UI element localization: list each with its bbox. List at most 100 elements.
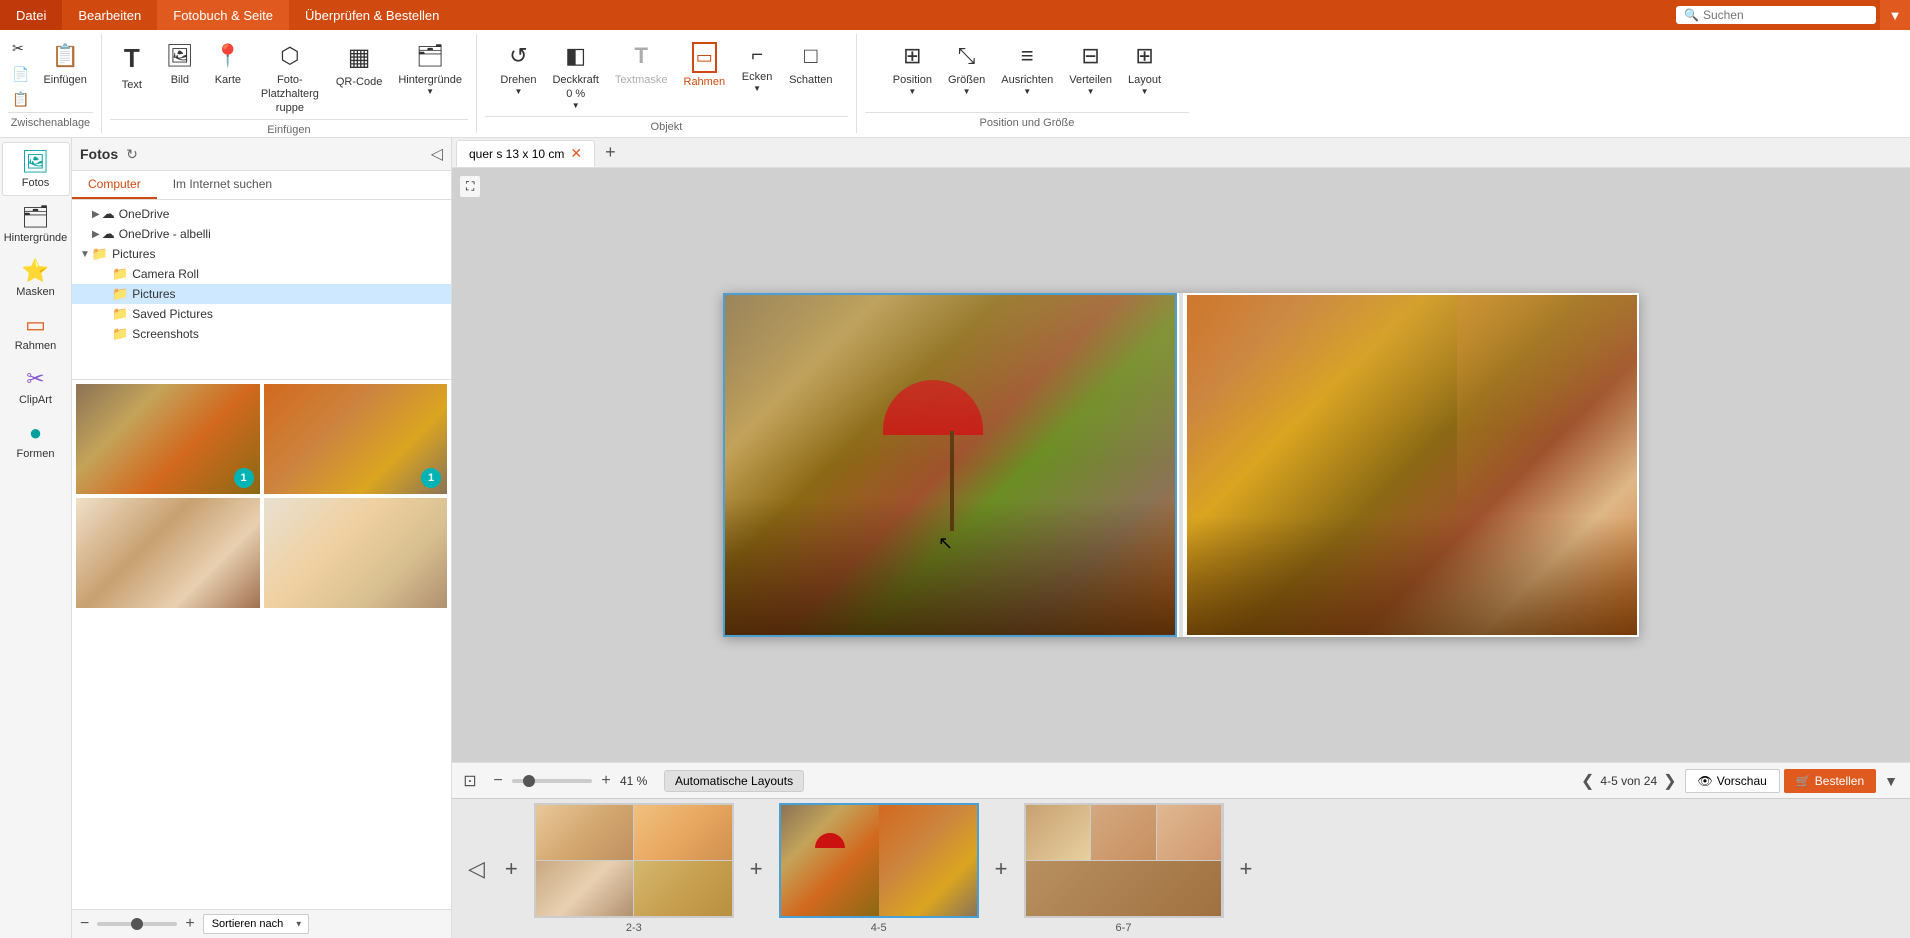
tab-close-btn[interactable]: ✕	[570, 145, 582, 162]
menu-ueberpruefen[interactable]: Überprüfen & Bestellen	[289, 0, 455, 30]
filmstrip-prev-btn[interactable]: ◁	[464, 852, 489, 886]
filmstrip-add-right-btn[interactable]: +	[991, 852, 1012, 886]
folder-camera-icon: 📁	[112, 266, 128, 282]
sidebar-item-formen[interactable]: ● Formen	[2, 414, 70, 466]
film-thumb-2-3[interactable]	[534, 803, 734, 918]
page-left[interactable]	[723, 293, 1177, 637]
ribbon-schatten-btn[interactable]: □ Schatten	[783, 38, 838, 91]
panel-header: Fotos ↻ ◁	[72, 138, 451, 171]
ribbon-ausrichten-btn[interactable]: ≡ Ausrichten ▼	[995, 38, 1059, 101]
ribbon-groessen-btn[interactable]: ⤡ Größen ▼	[942, 38, 991, 101]
search-input[interactable]	[1703, 8, 1863, 22]
tree-item-pictures-root[interactable]: ▼ 📁 Pictures	[72, 244, 451, 264]
menu-datei[interactable]: Datei	[0, 0, 62, 30]
menu-fotobuch[interactable]: Fotobuch & Seite	[157, 0, 289, 30]
film-cell-kids2	[634, 805, 732, 860]
tree-item-onedrive-albelli[interactable]: ▶ ☁ OneDrive - albelli	[72, 224, 451, 244]
zoom-in-btn[interactable]: +	[596, 772, 616, 790]
tab-add-btn[interactable]: +	[599, 140, 622, 165]
tree-item-pictures-sub[interactable]: 📁 Pictures	[72, 284, 451, 304]
ribbon-ecken-btn[interactable]: ⌐ Ecken ▼	[735, 38, 779, 99]
tree-arrow-pictures: ▼	[80, 249, 90, 260]
zoom-slider[interactable]	[512, 779, 592, 783]
filmstrip: ◁ + 2-3 +	[452, 798, 1910, 938]
ribbon-bild-btn[interactable]: 🖼 Bild	[158, 38, 202, 91]
ribbon-text-btn[interactable]: T Text	[110, 38, 154, 96]
frames-icon: ▭	[25, 312, 46, 338]
nav-prev-btn[interactable]: ❮	[1581, 771, 1594, 791]
content-tab-active[interactable]: quer s 13 x 10 cm ✕	[456, 140, 595, 167]
filmstrip-add-left-btn[interactable]: +	[501, 852, 522, 886]
tree-item-camera-roll[interactable]: 📁 Camera Roll	[72, 264, 451, 284]
page-canvas	[723, 293, 1639, 637]
photo-image-2	[264, 384, 448, 494]
zoom-out-btn[interactable]: −	[488, 772, 508, 790]
auto-layout-btn[interactable]: Automatische Layouts	[664, 770, 804, 792]
photos-icon: 🖼	[22, 149, 50, 175]
film-cell-c	[1157, 805, 1222, 860]
ribbon-paste-small-btn[interactable]: 📋	[8, 89, 33, 110]
photo-thumb-1[interactable]: 1	[76, 384, 260, 494]
ribbon-deckkraft-btn[interactable]: ◧ Deckkraft 0 % ▼	[546, 38, 604, 116]
refresh-icon[interactable]: ↻	[126, 146, 138, 163]
ribbon-ausschneiden-btn[interactable]: ✂	[8, 38, 33, 59]
photo-thumb-4[interactable]	[264, 498, 448, 608]
fullscreen-btn[interactable]: ⛶	[460, 176, 480, 197]
clipart-icon: ✂	[26, 366, 44, 392]
photo-badge-2: 1	[421, 468, 441, 488]
preview-btn[interactable]: 👁 Vorschau	[1685, 769, 1780, 793]
filmstrip-add-last-btn[interactable]: +	[1236, 852, 1257, 886]
ribbon-foto-platzhalter-btn[interactable]: ⬡ Foto-Platzhaltergruppe	[254, 38, 326, 119]
sidebar-item-masken[interactable]: ⭐ Masken	[2, 252, 70, 304]
text-icon: T	[124, 42, 140, 76]
order-btn[interactable]: 🛒 Bestellen	[1784, 769, 1876, 793]
panel-remove-btn[interactable]: −	[80, 915, 89, 933]
ribbon-hintergruende-btn[interactable]: 🗂 Hintergründe ▼	[392, 38, 468, 101]
ribbon-kopieren-btn[interactable]: 📄	[8, 64, 33, 85]
ribbon-textmaske-btn[interactable]: T Textmaske	[609, 38, 674, 91]
sidebar-item-clipart[interactable]: ✂ ClipArt	[2, 360, 70, 412]
film-thumb-6-7[interactable]	[1024, 803, 1224, 918]
photo-size-slider[interactable]	[97, 922, 177, 926]
photo-thumb-3[interactable]	[76, 498, 260, 608]
tab-internet[interactable]: Im Internet suchen	[157, 171, 288, 199]
tree-item-saved-pictures[interactable]: 📁 Saved Pictures	[72, 304, 451, 324]
nav-label: 4-5 von 24	[1600, 774, 1657, 788]
ribbon-karte-btn[interactable]: 📍 Karte	[206, 38, 250, 91]
ribbon-qr-code-btn[interactable]: ▦ QR-Code	[330, 38, 388, 93]
ribbon-verteilen-btn[interactable]: ⊟ Verteilen ▼	[1063, 38, 1118, 101]
sidebar-item-rahmen[interactable]: ▭ Rahmen	[2, 306, 70, 358]
tree-item-onedrive[interactable]: ▶ ☁ OneDrive	[72, 204, 451, 224]
panel-add-btn[interactable]: +	[185, 915, 194, 933]
ribbon-position-label: Position und Größe	[865, 112, 1189, 129]
fit-page-btn[interactable]: ⊡	[460, 771, 480, 791]
folder-pictures-icon: 📁	[92, 246, 108, 262]
menu-bar-expand[interactable]: ▼	[1880, 0, 1910, 30]
photo-grid: 1 1	[72, 380, 451, 909]
image-icon: 🖼	[166, 42, 194, 71]
tree-item-screenshots[interactable]: 📁 Screenshots	[72, 324, 451, 344]
ribbon-rahmen-btn[interactable]: ▭ Rahmen	[678, 38, 732, 94]
ribbon-drehen-btn[interactable]: ↺ Drehen ▼	[494, 38, 542, 101]
sidebar-item-hintergruende[interactable]: 🗂 Hintergründe	[2, 198, 70, 250]
film-thumb-4-5[interactable]	[779, 803, 979, 918]
photo-thumb-2[interactable]: 1	[264, 384, 448, 494]
sort-dropdown[interactable]: Sortieren nach Datum Name Größe	[203, 914, 309, 934]
ribbon-position-btn[interactable]: ⊞ Position ▼	[887, 38, 938, 101]
sidebar-item-fotos[interactable]: 🖼 Fotos	[2, 142, 70, 196]
page-right[interactable]	[1185, 293, 1639, 637]
menu-bearbeiten[interactable]: Bearbeiten	[62, 0, 157, 30]
panel: Fotos ↻ ◁ Computer Im Internet suchen ▶ …	[72, 138, 452, 938]
ecken-arrow: ▼	[753, 84, 761, 94]
copy-icon: 📄	[12, 66, 29, 83]
qr-code-icon: ▦	[348, 42, 371, 73]
ribbon-layout-btn[interactable]: ⊞ Layout ▼	[1122, 38, 1167, 101]
expand-btn[interactable]: ▼	[1880, 769, 1902, 793]
ribbon-section-position: ⊞ Position ▼ ⤡ Größen ▼ ≡ Ausrichten ▼ ⊟…	[857, 34, 1197, 133]
filmstrip-add-middle-btn[interactable]: +	[746, 852, 767, 886]
panel-collapse-btn[interactable]: ◁	[431, 144, 443, 164]
nav-next-btn[interactable]: ❯	[1663, 771, 1676, 791]
tab-computer[interactable]: Computer	[72, 171, 157, 199]
ribbon-einfuegen-btn[interactable]: 📋 Einfügen	[37, 38, 92, 91]
frame-icon: ▭	[692, 42, 717, 73]
